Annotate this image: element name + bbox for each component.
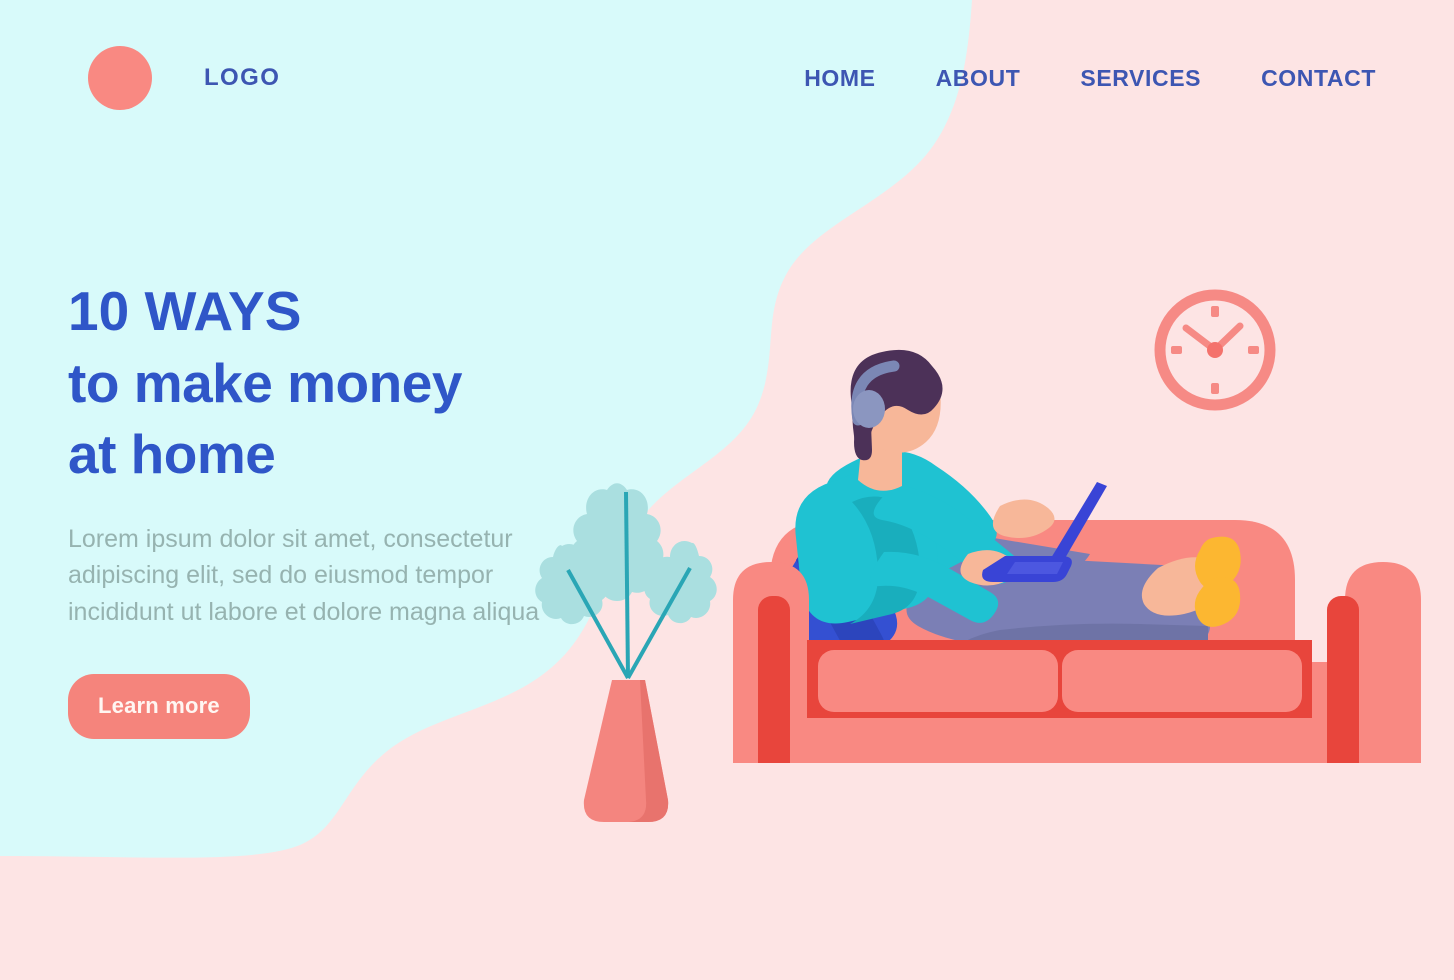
logo-text: LOGO xyxy=(204,64,281,91)
headline-line-2: to make money xyxy=(68,351,462,414)
hero-subcopy: Lorem ipsum dolor sit amet, consectetur … xyxy=(68,524,540,627)
logo-circle-icon xyxy=(88,46,152,110)
nav-item-about[interactable]: ABOUT xyxy=(936,65,1021,92)
sofa-right-arm-inner-lower xyxy=(1327,700,1359,763)
headphone-earcup-icon xyxy=(853,390,885,428)
main-navigation: HOME ABOUT SERVICES CONTACT xyxy=(804,65,1376,92)
sofa-cushion-left xyxy=(818,650,1058,712)
brand-logo[interactable]: LOGO xyxy=(88,46,280,110)
nav-item-contact[interactable]: CONTACT xyxy=(1261,65,1376,92)
sofa-left-arm-inner-lower xyxy=(758,700,790,763)
sofa-cushion-right xyxy=(1062,650,1302,712)
wall-clock-icon xyxy=(1154,289,1276,411)
nav-item-home[interactable]: HOME xyxy=(804,65,875,92)
site-header: LOGO HOME ABOUT SERVICES CONTACT xyxy=(0,0,1454,156)
page-title: 10 WAYS to make money at home xyxy=(68,276,608,491)
laptop-keyboard xyxy=(1007,562,1063,574)
headline-line-3: at home xyxy=(68,423,276,485)
hero-section: 10 WAYS to make money at home Lorem ipsu… xyxy=(68,276,608,739)
sofa-base-band xyxy=(733,718,1421,763)
nav-item-services[interactable]: SERVICES xyxy=(1080,65,1201,92)
learn-more-button[interactable]: Learn more xyxy=(68,673,250,739)
headline-line-1: 10 WAYS xyxy=(68,280,302,342)
person-icon xyxy=(775,349,1241,686)
landing-page: LOGO HOME ABOUT SERVICES CONTACT 10 WAYS… xyxy=(0,0,1454,980)
